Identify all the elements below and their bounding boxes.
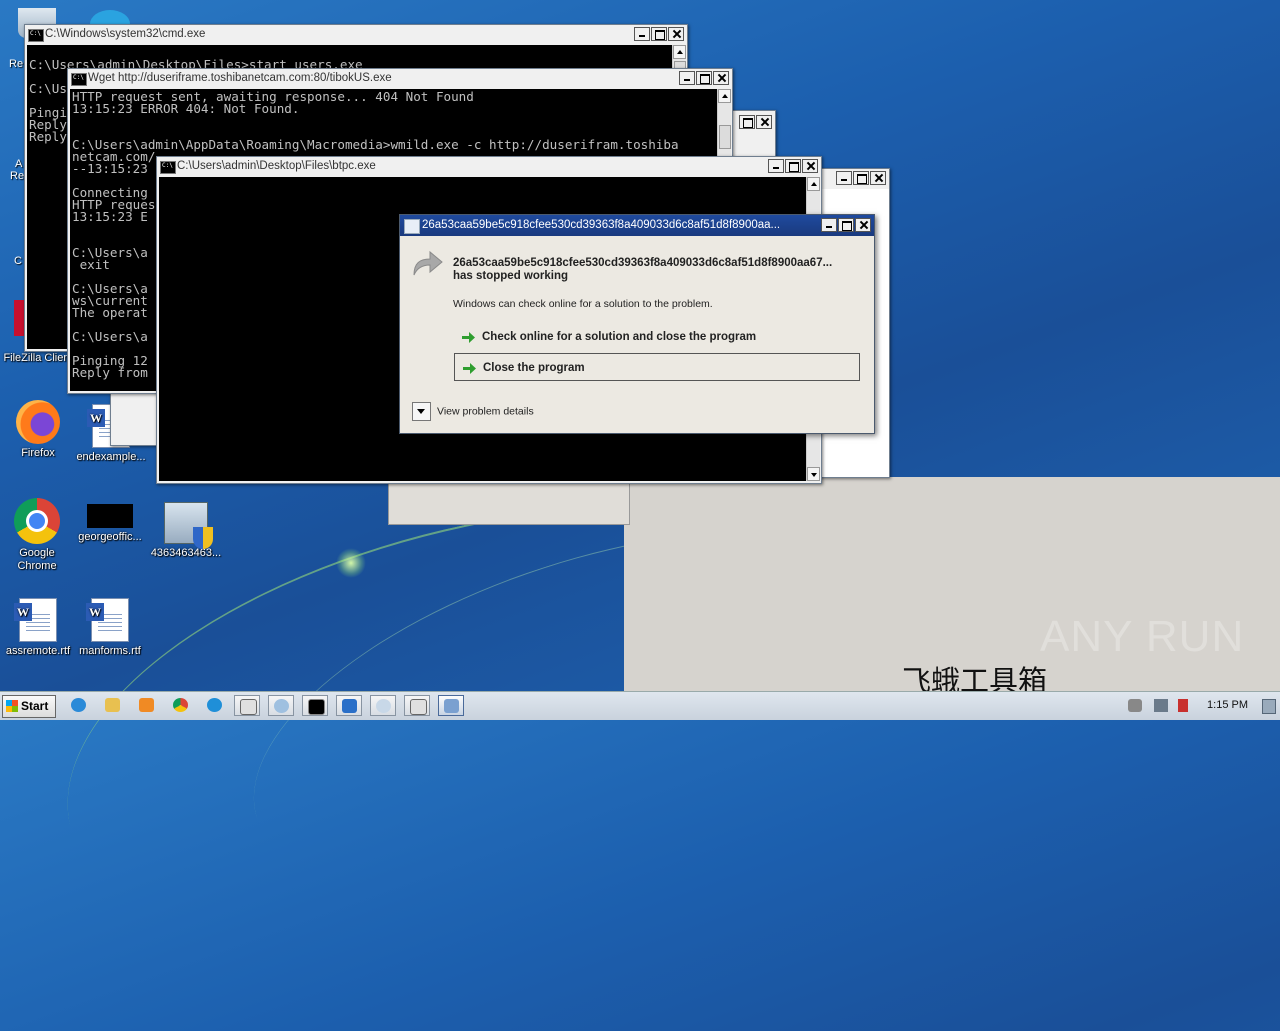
taskbar-clock[interactable]: 1:15 PM [1207, 699, 1248, 711]
maximize-button[interactable] [651, 27, 667, 41]
chrome-label: Google Chrome [17, 547, 57, 572]
desktop-icon-chrome[interactable]: Google Chrome [0, 498, 75, 573]
cmd-titlebar[interactable]: C:\Windows\system32\cmd.exe [25, 25, 687, 45]
taskbar-ie-icon[interactable] [66, 695, 92, 716]
setup-shield-icon [164, 502, 213, 549]
desktop-partial-label-4: C [14, 255, 22, 267]
close-button[interactable] [870, 171, 886, 185]
taskbar-app-disc-button[interactable] [370, 695, 396, 716]
flag-icon[interactable] [1178, 699, 1188, 712]
minimize-button[interactable] [836, 171, 852, 185]
stopped-working-dialog[interactable]: 26a53caa59be5c918cfee530cd39363f8a409033… [399, 214, 875, 434]
close-button[interactable] [756, 115, 772, 129]
taskbar: Start 1:15 PM [0, 691, 1280, 720]
console-icon [28, 29, 44, 42]
app-icon [404, 219, 420, 234]
endexample-label: endexample... [76, 451, 146, 463]
dialog-heading: 26a53caa59be5c918cfee530cd39363f8a409033… [453, 257, 832, 283]
setup-label: 4363463463... [150, 547, 222, 559]
desktop-partial-label-2: A [15, 158, 23, 170]
minimize-button[interactable] [679, 71, 695, 85]
file-thumbnail-icon [87, 504, 133, 528]
green-arrow-icon [462, 332, 475, 343]
close-button[interactable] [855, 218, 871, 232]
dialog-heading-app: 26a53caa59be5c918cfee530cd39363f8a409033… [453, 257, 833, 269]
console-icon [160, 161, 176, 174]
cmd-title: C:\Windows\system32\cmd.exe [45, 28, 206, 40]
manforms-label: manforms.rtf [79, 645, 141, 657]
close-program-label: Close the program [483, 362, 585, 374]
btpc-title: C:\Users\admin\Desktop\Files\btpc.exe [177, 160, 376, 172]
maximize-button[interactable] [838, 218, 854, 232]
filezilla-label: FileZilla Client [3, 352, 73, 364]
btpc-titlebar[interactable]: C:\Users\admin\Desktop\Files\btpc.exe [157, 157, 821, 177]
taskbar-explorer-icon[interactable] [100, 695, 126, 716]
minimize-button[interactable] [634, 27, 650, 41]
close-button[interactable] [802, 159, 818, 173]
maximize-button[interactable] [853, 171, 869, 185]
windows-logo-icon [6, 700, 18, 712]
taskbar-window-button-3[interactable] [404, 695, 430, 716]
check-online-button[interactable]: Check online for a solution and close th… [454, 323, 860, 351]
network-icon[interactable] [1154, 699, 1168, 712]
desktop-icon-filezilla[interactable]: FileZilla Client [0, 352, 76, 365]
close-button[interactable] [668, 27, 684, 41]
georgeoffic-label: georgeoffic... [78, 531, 142, 543]
wget-titlebar[interactable]: Wget http://duseriframe.toshibanetcam.co… [68, 69, 732, 89]
taskbar-edge-icon[interactable] [202, 695, 228, 716]
problem-arrow-icon [413, 250, 443, 276]
taskbar-window-button-1[interactable] [234, 695, 260, 716]
wget-title: Wget http://duseriframe.toshibanetcam.co… [88, 72, 392, 84]
maximize-button[interactable] [785, 159, 801, 173]
desktop-icon-manforms[interactable]: W manforms.rtf [72, 598, 148, 658]
chrome-icon [14, 498, 60, 544]
view-details-toggle[interactable]: View problem details [412, 402, 534, 421]
taskbar-chrome-icon[interactable] [168, 695, 194, 716]
assremote-label: assremote.rtf [5, 645, 71, 657]
show-desktop-button[interactable] [1262, 699, 1276, 714]
taskbar-window-button-2[interactable] [268, 695, 294, 716]
firefox-icon [16, 400, 60, 444]
maximize-button[interactable] [739, 115, 755, 129]
start-button[interactable]: Start [2, 695, 56, 718]
minimize-button[interactable] [768, 159, 784, 173]
speaker-icon[interactable] [1128, 699, 1142, 712]
firefox-label: Firefox [21, 447, 55, 459]
anyrun-watermark: ANY RUN [1040, 612, 1245, 661]
background-window-fragment [388, 477, 630, 525]
wallpaper-flare [336, 548, 366, 578]
close-program-button[interactable]: Close the program [454, 353, 860, 381]
close-button[interactable] [713, 71, 729, 85]
taskbar-werfault-button[interactable] [438, 695, 464, 716]
console-icon [71, 73, 87, 86]
dialog-heading-status: has stopped working [453, 270, 569, 282]
word-document-icon: W [86, 598, 129, 642]
dialog-message: Windows can check online for a solution … [453, 298, 713, 310]
start-label: Start [21, 699, 49, 713]
desktop-partial-label-1: Re [9, 58, 24, 70]
taskbar-cmd-button[interactable] [302, 695, 328, 716]
dialog-titlebar[interactable]: 26a53caa59be5c918cfee530cd39363f8a409033… [400, 215, 874, 236]
chevron-down-icon[interactable] [412, 402, 431, 421]
desktop-partial-label-3: Re [10, 170, 25, 182]
dialog-title: 26a53caa59be5c918cfee530cd39363f8a409033… [422, 219, 781, 231]
desktop-icon-setup[interactable]: 4363463463... [148, 502, 224, 560]
green-arrow-icon [463, 363, 476, 374]
desktop-icon-georgeoffic[interactable]: georgeoffic... [72, 504, 148, 544]
view-details-label: View problem details [437, 405, 534, 418]
desktop-icon-assremote[interactable]: W assremote.rtf [0, 598, 76, 658]
check-online-label: Check online for a solution and close th… [482, 331, 757, 343]
desktop-icon-firefox[interactable]: Firefox [0, 400, 76, 460]
taskbar-media-icon[interactable] [134, 695, 160, 716]
taskbar-app-a-button[interactable] [336, 695, 362, 716]
minimize-button[interactable] [821, 218, 837, 232]
word-document-icon: W [14, 598, 57, 642]
maximize-button[interactable] [696, 71, 712, 85]
filezilla-icon[interactable] [14, 300, 24, 336]
